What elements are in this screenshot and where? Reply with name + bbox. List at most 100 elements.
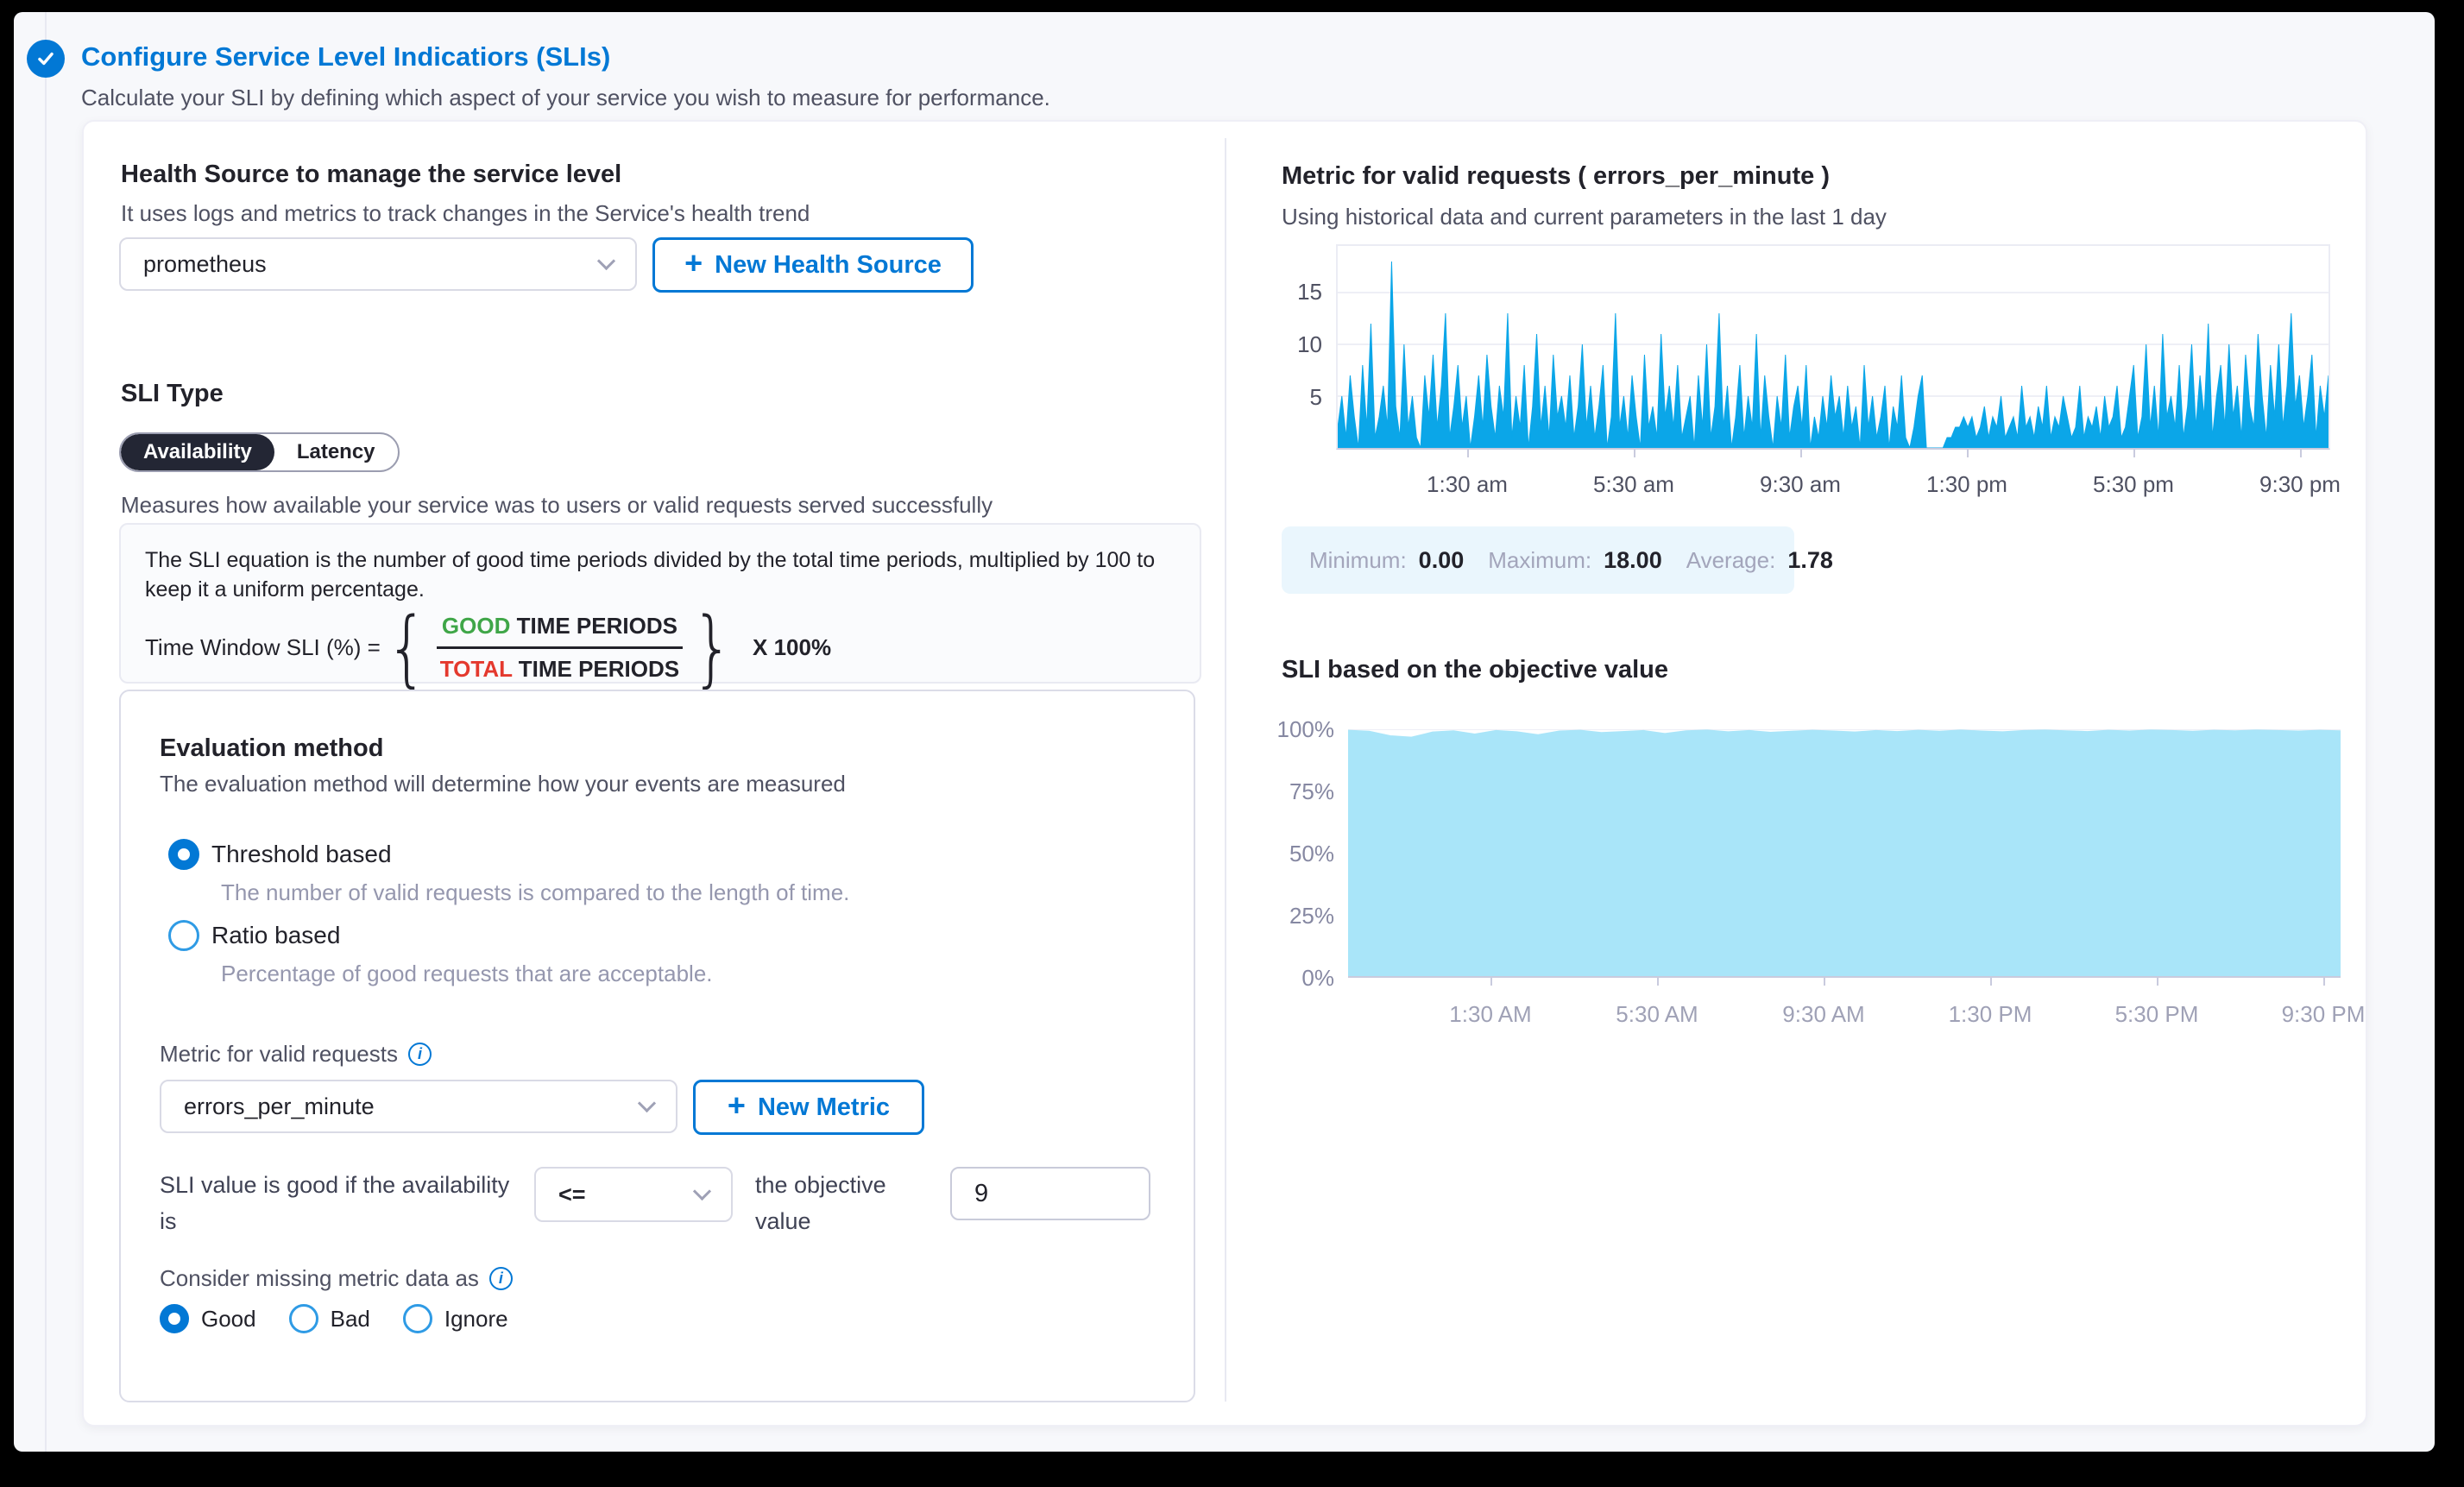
sli-chart-ytick: 75% — [1219, 778, 1334, 805]
health-source-heading: Health Source to manage the service leve… — [121, 161, 621, 189]
stat-average-value: 1.78 — [1787, 547, 1833, 574]
metric-chart-subheading: Using historical data and current parame… — [1282, 204, 1887, 230]
metric-chart-tick — [1634, 450, 1635, 457]
metric-chart-xtick: 1:30 pm — [1926, 471, 2007, 498]
missing-ignore-option[interactable]: Ignore — [403, 1304, 508, 1333]
sli-type-option-latency[interactable]: Latency — [274, 434, 398, 470]
new-health-source-button-label: New Health Source — [715, 251, 942, 280]
comparator-value: <= — [558, 1181, 586, 1208]
sli-chart-xtick: 5:30 AM — [1616, 1001, 1698, 1028]
threshold-based-radio[interactable] — [168, 839, 199, 870]
step-complete-check-icon — [27, 40, 65, 78]
sli-chart-tick — [1657, 978, 1659, 986]
ratio-based-option[interactable]: Ratio based — [168, 920, 340, 951]
missing-ignore-label: Ignore — [444, 1306, 508, 1333]
stat-minimum-label: Minimum: — [1309, 547, 1407, 574]
sli-chart-tick — [1490, 978, 1492, 986]
chevron-down-icon — [597, 251, 615, 269]
objective-value-input[interactable] — [950, 1167, 1150, 1220]
metric-chart-xtick: 1:30 am — [1427, 471, 1508, 498]
sli-equation-text: The SLI equation is the number of good t… — [145, 545, 1163, 604]
missing-bad-radio[interactable] — [289, 1304, 318, 1333]
sli-chart-ytick: 0% — [1219, 965, 1334, 992]
info-icon[interactable]: i — [489, 1267, 513, 1290]
stepper-line — [45, 12, 47, 1452]
ratio-based-description: Percentage of good requests that are acc… — [221, 961, 713, 987]
metric-chart-heading: Metric for valid requests ( errors_per_m… — [1282, 162, 1830, 191]
metric-chart-xtick: 9:30 pm — [2259, 471, 2341, 498]
stat-minimum-value: 0.00 — [1419, 547, 1465, 574]
missing-bad-option[interactable]: Bad — [289, 1304, 370, 1333]
missing-ignore-radio[interactable] — [403, 1304, 432, 1333]
info-icon[interactable]: i — [408, 1043, 432, 1066]
missing-metric-field: Consider missing metric data as i — [160, 1265, 513, 1292]
screenshot-root: { "icons": { "plus": "+", "info": "i" },… — [0, 0, 2464, 1487]
metric-chart-plot — [1336, 244, 2330, 450]
equation-suffix: X 100% — [753, 634, 831, 661]
sli-chart-ytick: 25% — [1219, 903, 1334, 929]
health-source-select[interactable]: prometheus — [119, 237, 637, 291]
sli-type-option-availability[interactable]: Availability — [121, 434, 274, 470]
numerator-rest: TIME PERIODS — [510, 613, 677, 639]
metric-chart-ytick: 5 — [1215, 384, 1322, 411]
good-time-periods-label: GOOD — [442, 613, 510, 639]
sli-chart-tick — [1990, 978, 1992, 986]
sli-type-description: Measures how available your service was … — [121, 492, 993, 519]
plus-icon: + — [728, 1087, 746, 1124]
missing-bad-label: Bad — [331, 1306, 370, 1333]
missing-good-radio[interactable] — [160, 1304, 189, 1333]
metric-chart-ytick: 15 — [1215, 279, 1322, 306]
total-time-periods-label: TOTAL — [440, 656, 513, 682]
sli-chart-xtick: 9:30 AM — [1782, 1001, 1864, 1028]
sli-equation-formula: Time Window SLI (%) = { GOOD TIME PERIOD… — [145, 613, 1175, 683]
sli-chart-heading: SLI based on the objective value — [1282, 656, 1668, 684]
metric-chart-xtick: 5:30 am — [1593, 471, 1674, 498]
stat-average-label: Average: — [1686, 547, 1776, 574]
sli-chart-xtick: 1:30 PM — [1949, 1001, 2032, 1028]
app-page: Configure Service Level Indicatiors (SLI… — [14, 12, 2435, 1452]
new-metric-button[interactable]: + New Metric — [693, 1080, 924, 1135]
stat-maximum-value: 18.00 — [1604, 547, 1662, 574]
metric-chart-xtick: 9:30 am — [1760, 471, 1841, 498]
metric-stats-bar: Minimum: 0.00 Maximum: 18.00 Average: 1.… — [1282, 526, 1794, 594]
valid-requests-metric-value: errors_per_minute — [184, 1093, 375, 1120]
sli-type-toggle: Availability Latency — [119, 432, 400, 472]
threshold-based-description: The number of valid requests is compared… — [221, 879, 849, 906]
ratio-based-radio[interactable] — [168, 920, 199, 951]
evaluation-method-heading: Evaluation method — [160, 734, 383, 763]
missing-good-option[interactable]: Good — [160, 1304, 256, 1333]
metric-chart-svg — [1338, 246, 2329, 448]
sli-chart-tick — [2323, 978, 2325, 986]
metric-chart-ytick: 10 — [1215, 331, 1322, 358]
chevron-down-icon — [693, 1181, 711, 1200]
valid-requests-metric-select[interactable]: errors_per_minute — [160, 1080, 677, 1133]
sli-chart-tick — [2157, 978, 2158, 986]
metric-chart-xtick: 5:30 pm — [2093, 471, 2174, 498]
plus-icon: + — [684, 245, 703, 281]
checkmark-icon — [35, 47, 57, 70]
sli-chart-plot — [1348, 729, 2341, 978]
metric-valid-requests-label: Metric for valid requests — [160, 1041, 398, 1068]
sli-equation-box: The SLI equation is the number of good t… — [119, 523, 1201, 684]
equation-label: Time Window SLI (%) = — [145, 634, 381, 661]
metric-valid-requests-field: Metric for valid requests i — [160, 1041, 432, 1068]
threshold-based-option[interactable]: Threshold based — [168, 839, 392, 870]
metric-chart-tick — [2300, 450, 2302, 457]
page-title: Configure Service Level Indicatiors (SLI… — [81, 41, 610, 72]
missing-metric-label: Consider missing metric data as — [160, 1265, 479, 1292]
ratio-based-label: Ratio based — [211, 922, 340, 949]
stat-maximum-label: Maximum: — [1488, 547, 1591, 574]
metric-chart-tick — [1467, 450, 1469, 457]
new-metric-button-label: New Metric — [758, 1093, 890, 1122]
equation-fraction: GOOD TIME PERIODS TOTAL TIME PERIODS — [437, 613, 683, 683]
column-divider — [1225, 138, 1226, 1402]
chevron-down-icon — [638, 1093, 656, 1112]
sli-chart-xtick: 1:30 AM — [1449, 1001, 1531, 1028]
metric-chart-tick — [1967, 450, 1969, 457]
health-source-subheading: It uses logs and metrics to track change… — [121, 200, 810, 227]
comparator-select[interactable]: <= — [534, 1167, 733, 1222]
new-health-source-button[interactable]: + New Health Source — [652, 237, 974, 293]
evaluation-method-subheading: The evaluation method will determine how… — [160, 771, 846, 797]
sli-chart-xtick: 5:30 PM — [2115, 1001, 2199, 1028]
page-subtitle: Calculate your SLI by defining which asp… — [81, 85, 1050, 111]
